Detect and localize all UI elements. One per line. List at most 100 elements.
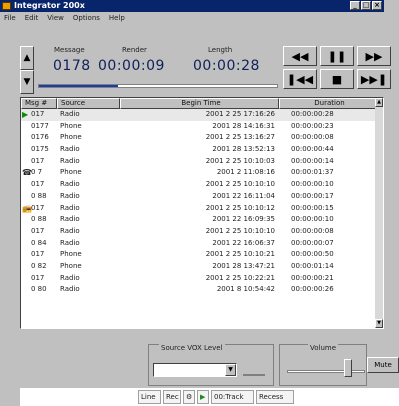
table-row[interactable]: 017 Radio 2001 2 25 10:10:10 00:00:00:08: [21, 226, 377, 238]
table-row[interactable]: 0175 Radio 2001 28 13:52:13 00:00:00:44: [21, 144, 377, 156]
source-cell: Radio: [57, 191, 120, 203]
column-msg-number[interactable]: Msg #: [21, 98, 57, 109]
msg-number-cell-text: 0175: [31, 145, 49, 154]
begin-time-cell: 2001 2 25 10:10:03: [120, 156, 279, 168]
table-row[interactable]: 017 📻 Radio 2001 2 25 10:10:12 00:00:00:15: [21, 203, 377, 215]
msg-number-cell-text: 017: [31, 203, 45, 212]
begin-time-cell: 2001 2 25 13:16:27: [120, 132, 279, 144]
status-bar: Line Rec ⚙ ▶ 00:Track Recess: [20, 388, 399, 406]
begin-time-cell-text: 2001 22 16:11:04: [212, 191, 275, 200]
rewind-button[interactable]: ◀◀: [283, 46, 317, 66]
menu-edit[interactable]: Edit: [25, 13, 39, 24]
begin-time-cell-text: 2001 2 25 10:10:12: [205, 203, 275, 212]
maximize-button[interactable]: □: [361, 1, 371, 10]
menu-file[interactable]: File: [4, 13, 16, 24]
source-cell-text: Radio: [60, 180, 80, 189]
msg-number-cell-text: 017: [31, 156, 45, 165]
msg-number-cell-text: 017: [31, 226, 45, 235]
source-cell: Phone: [57, 121, 120, 133]
length-time: 00:00:28: [193, 58, 260, 74]
scroll-up-button[interactable]: ▲: [20, 46, 34, 70]
app-window: Integrator 200x _ □ × File Edit View Opt…: [0, 0, 399, 406]
scroll-down-button[interactable]: ▼: [20, 70, 34, 94]
begin-time-cell-text: 2001 2 25 10:10:10: [205, 180, 275, 189]
begin-time-cell: 2001 28 13:52:13: [120, 144, 279, 156]
list-header: Msg # Source Begin Time Duration: [21, 98, 377, 109]
table-row[interactable]: 0 88 Radio 2001 22 16:11:04 00:00:00:17: [21, 191, 377, 203]
volume-slider[interactable]: [287, 370, 365, 373]
column-begin-time[interactable]: Begin Time: [120, 98, 279, 109]
table-row[interactable]: 0177 Phone 2001 28 14:16:31 00:00:00:23: [21, 121, 377, 133]
close-button[interactable]: ×: [372, 1, 382, 10]
begin-time-cell: 2001 2 25 10:22:21: [120, 273, 279, 285]
msg-number-cell-text: 017: [31, 250, 45, 259]
source-cell: Phone: [57, 249, 120, 261]
msg-number-cell-text: 017: [31, 273, 45, 282]
status-recess: Recess: [256, 390, 294, 404]
table-row[interactable]: 0 82 Phone 2001 28 13:47:21 00:00:01:14: [21, 261, 377, 273]
begin-time-cell-text: 2001 22 16:09:35: [212, 215, 275, 224]
status-rec: Rec: [163, 390, 181, 404]
duration-cell-text: 00:00:00:07: [291, 238, 334, 247]
table-row[interactable]: 017 Radio 2001 2 25 10:10:03 00:00:00:14: [21, 156, 377, 168]
window-title: Integrator 200x: [14, 1, 85, 10]
source-cell: Radio: [57, 226, 120, 238]
next-button[interactable]: ▶▶❚: [357, 69, 391, 89]
stop-button[interactable]: ■: [320, 69, 354, 89]
source-cell-text: Radio: [60, 238, 80, 247]
column-source[interactable]: Source: [57, 98, 120, 109]
scroll-up-arrow-icon[interactable]: ▲: [375, 98, 383, 107]
table-row[interactable]: 0 80 Radio 2001 8 10:54:42 00:00:00:26: [21, 284, 377, 296]
duration-cell: 00:00:00:17: [279, 191, 377, 203]
table-row[interactable]: 017 ▶ Radio 2001 2 25 17:16:26 00:00:00:28: [21, 109, 377, 121]
source-cell: Radio: [57, 156, 120, 168]
duration-cell-text: 00:00:00:08: [291, 226, 334, 235]
menu-help[interactable]: Help: [109, 13, 125, 24]
chevron-down-icon[interactable]: ▼: [225, 364, 236, 376]
duration-cell-text: 00:00:00:23: [291, 121, 334, 130]
source-cell: Radio: [57, 179, 120, 191]
begin-time-cell: 2001 22 16:09:35: [120, 214, 279, 226]
previous-button[interactable]: ❚◀◀: [283, 69, 317, 89]
table-row[interactable]: 0 84 Radio 2001 22 16:06:37 00:00:00:07: [21, 238, 377, 250]
menu-bar: File Edit View Options Help: [0, 13, 384, 24]
source-cell: Phone: [57, 261, 120, 273]
table-row[interactable]: 0 7 ☎ Phone 2001 2 11:08:16 00:00:01:37: [21, 167, 377, 179]
source-cell-text: Phone: [60, 168, 82, 177]
begin-time-cell-text: 2001 2 25 10:10:03: [205, 156, 275, 165]
column-duration[interactable]: Duration: [279, 98, 377, 109]
source-select[interactable]: ▼: [153, 363, 237, 377]
msg-number-cell: 017 ▶: [21, 109, 57, 121]
minimize-button[interactable]: _: [350, 1, 360, 10]
table-row[interactable]: 017 Radio 2001 2 25 10:22:21 00:00:00:21: [21, 273, 377, 285]
pause-button[interactable]: ❚❚: [320, 46, 354, 66]
msg-number-cell: 0 88: [21, 191, 57, 203]
list-scrollbar[interactable]: ▲ ▼: [375, 98, 383, 328]
begin-time-cell-text: 2001 28 13:47:21: [212, 261, 275, 270]
menu-view[interactable]: View: [47, 13, 64, 24]
msg-number-cell-text: 0 82: [31, 261, 47, 270]
mute-button[interactable]: Mute: [367, 357, 399, 373]
table-row[interactable]: 0176 Phone 2001 2 25 13:16:27 00:00:00:08: [21, 132, 377, 144]
source-cell-text: Phone: [60, 121, 82, 130]
message-list[interactable]: Msg # Source Begin Time Duration 017 ▶ Rad…: [20, 97, 384, 329]
duration-cell: 00:00:00:10: [279, 214, 377, 226]
message-label: Message: [54, 46, 85, 54]
fast-forward-button[interactable]: ▶▶: [357, 46, 391, 66]
table-row[interactable]: 017 Radio 2001 2 25 10:10:10 00:00:00:10: [21, 179, 377, 191]
source-cell: Radio: [57, 238, 120, 250]
source-cell: Radio: [57, 273, 120, 285]
playback-progress[interactable]: [38, 84, 278, 88]
table-row[interactable]: 0 88 Radio 2001 22 16:09:35 00:00:00:10: [21, 214, 377, 226]
scroll-down-arrow-icon[interactable]: ▼: [375, 319, 383, 328]
status-line: Line: [138, 390, 161, 404]
volume-label: Volume: [308, 344, 339, 352]
status-play-icon: ▶: [197, 390, 209, 404]
table-row[interactable]: 017 Phone 2001 2 25 10:10:21 00:00:00:50: [21, 249, 377, 261]
msg-number-cell-text: 0 80: [31, 285, 47, 294]
source-cell: Radio: [57, 203, 120, 215]
volume-slider-thumb[interactable]: [344, 359, 353, 377]
menu-options[interactable]: Options: [73, 13, 100, 24]
render-label: Render: [122, 46, 147, 54]
msg-number-cell-text: 0 7: [31, 168, 43, 177]
